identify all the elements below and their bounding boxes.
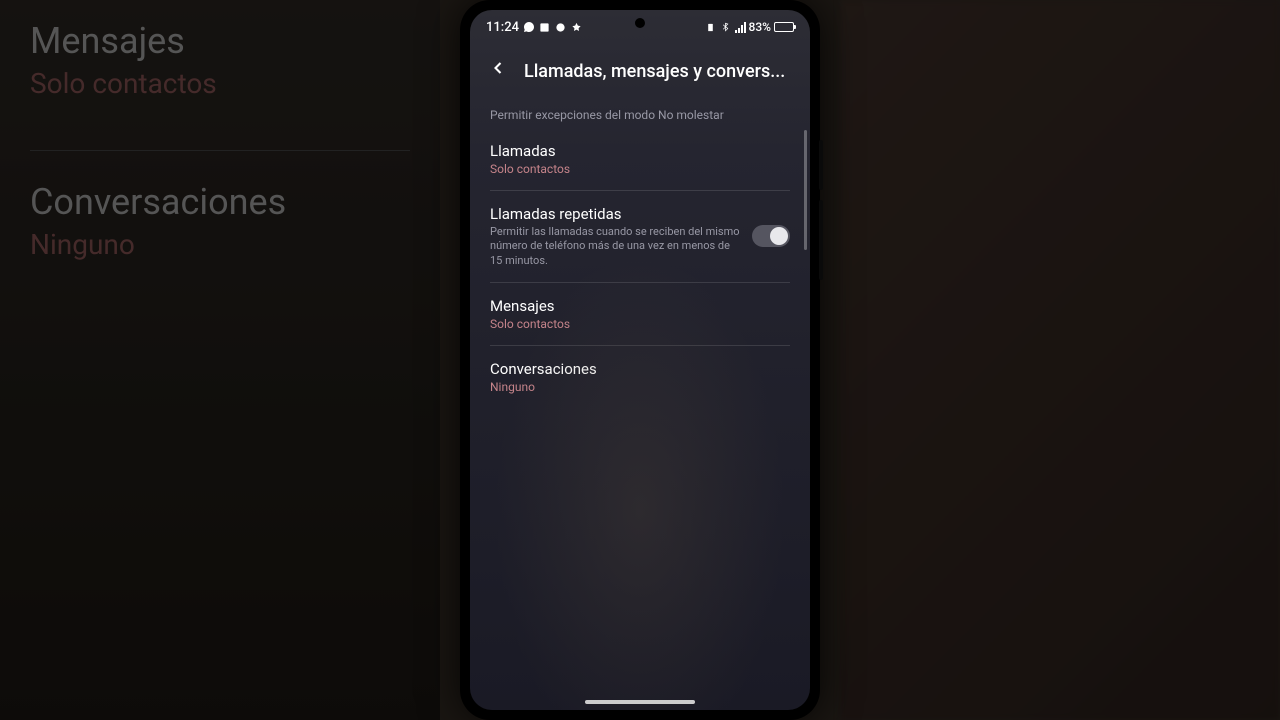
section-subtitle: Permitir excepciones del modo No molesta… bbox=[470, 98, 810, 138]
bg-conversations-title: Conversaciones bbox=[30, 181, 410, 223]
setting-messages-subtitle: Solo contactos bbox=[490, 317, 790, 331]
page-title: Llamadas, mensajes y convers... bbox=[524, 61, 785, 82]
settings-list: Llamadas Solo contactos Llamadas repetid… bbox=[470, 138, 810, 408]
back-button[interactable] bbox=[484, 54, 512, 88]
repeated-calls-toggle[interactable] bbox=[752, 225, 790, 247]
status-bar-left: 11:24 bbox=[486, 20, 583, 35]
setting-conversations-subtitle: Ninguno bbox=[490, 380, 790, 394]
status-time: 11:24 bbox=[486, 20, 519, 35]
setting-repeated-calls-title: Llamadas repetidas bbox=[490, 205, 740, 223]
background-blur-right bbox=[840, 0, 1280, 720]
bg-divider bbox=[30, 150, 410, 151]
whatsapp-icon bbox=[523, 21, 535, 33]
setting-calls-title: Llamadas bbox=[490, 142, 790, 160]
setting-item-messages[interactable]: Mensajes Solo contactos bbox=[490, 282, 790, 345]
setting-messages-title: Mensajes bbox=[490, 297, 790, 315]
scroll-indicator[interactable] bbox=[804, 130, 807, 250]
status-bar-right: 83% bbox=[705, 20, 794, 34]
phone-frame: 11:24 bbox=[460, 0, 820, 720]
power-button bbox=[819, 200, 823, 280]
navigation-bar-handle[interactable] bbox=[585, 700, 695, 704]
battery-icon bbox=[774, 22, 794, 32]
setting-repeated-calls-description: Permitir las llamadas cuando se reciben … bbox=[490, 225, 740, 268]
setting-item-repeated-calls[interactable]: Llamadas repetidas Permitir las llamadas… bbox=[490, 190, 790, 282]
bluetooth-icon bbox=[720, 21, 732, 33]
battery-percent: 83% bbox=[749, 20, 771, 34]
background-blur-left: Mensajes Solo contactos Conversaciones N… bbox=[0, 0, 440, 720]
notification-icon-3 bbox=[571, 21, 583, 33]
toggle-thumb bbox=[770, 227, 788, 245]
setting-item-conversations[interactable]: Conversaciones Ninguno bbox=[490, 345, 790, 408]
vibrate-icon bbox=[705, 21, 717, 33]
setting-item-calls[interactable]: Llamadas Solo contactos bbox=[490, 138, 790, 190]
signal-icon bbox=[735, 22, 746, 33]
bg-messages-title: Mensajes bbox=[30, 20, 410, 62]
bg-messages-sub: Solo contactos bbox=[30, 67, 410, 100]
volume-button bbox=[819, 140, 823, 190]
setting-calls-subtitle: Solo contactos bbox=[490, 162, 790, 176]
phone-screen: 11:24 bbox=[470, 10, 810, 710]
setting-conversations-title: Conversaciones bbox=[490, 360, 790, 378]
camera-notch bbox=[635, 18, 645, 28]
notification-icon-2 bbox=[555, 21, 567, 33]
bg-conversations-sub: Ninguno bbox=[30, 228, 410, 261]
header: Llamadas, mensajes y convers... bbox=[470, 40, 810, 98]
notification-icon bbox=[539, 21, 551, 33]
